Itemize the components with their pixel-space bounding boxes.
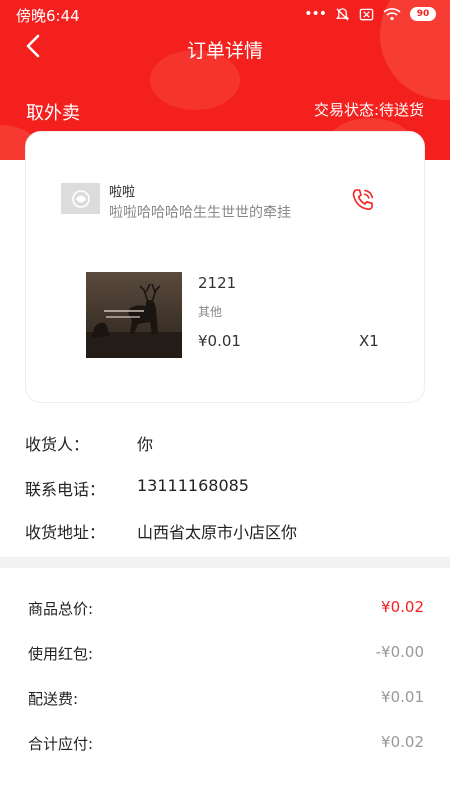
order-type-label: 取外卖 [26, 103, 80, 124]
status-bar: 傍晚6:44 ••• 90 [0, 0, 450, 30]
order-card: 啦啦 啦啦哈哈哈哈生生世世的牵挂 2121 其他 ¥0.01 X1 [25, 131, 425, 403]
product-category: 其他 [198, 305, 223, 319]
more-dots-icon: ••• [304, 6, 327, 22]
status-time: 傍晚6:44 [16, 7, 80, 25]
product-price: ¥0.01 [198, 332, 241, 350]
section-divider [0, 557, 450, 568]
battery-icon: 90 [410, 7, 436, 21]
page-title: 订单详情 [186, 40, 263, 62]
deer-photo [86, 283, 182, 358]
fee-label: 商品总价: [28, 600, 94, 618]
logo-icon [71, 189, 90, 208]
wifi-icon [383, 8, 401, 21]
sim-off-icon [359, 8, 374, 20]
fee-value: -¥0.00 [375, 643, 424, 661]
shop-description: 啦啦哈哈哈哈生生世世的牵挂 [109, 205, 291, 221]
recipient-phone-label: 联系电话： [25, 480, 106, 499]
recipient-name: 你 [137, 435, 154, 454]
fee-label: 使用红包: [28, 645, 94, 663]
recipient-address: 山西省太原市小店区你 [137, 523, 298, 542]
product-image[interactable] [86, 272, 182, 358]
phone-call-icon[interactable] [349, 186, 377, 214]
fee-value: ¥0.02 [381, 733, 424, 751]
fee-value: ¥0.02 [381, 598, 424, 616]
fee-label: 合计应付: [28, 735, 94, 753]
recipient-address-label: 收货地址： [25, 523, 106, 542]
shop-logo [61, 183, 100, 214]
bell-muted-icon [336, 7, 349, 21]
product-name: 2121 [198, 274, 237, 292]
shop-name: 啦啦 [109, 185, 136, 200]
recipient-name-label: 收货人： [25, 435, 90, 454]
product-quantity: X1 [359, 332, 379, 350]
fee-value: ¥0.01 [381, 688, 424, 706]
fee-label: 配送费: [28, 690, 79, 708]
recipient-phone[interactable]: 13111168085 [137, 476, 249, 495]
trade-status: 交易状态:待送货 [313, 101, 424, 119]
